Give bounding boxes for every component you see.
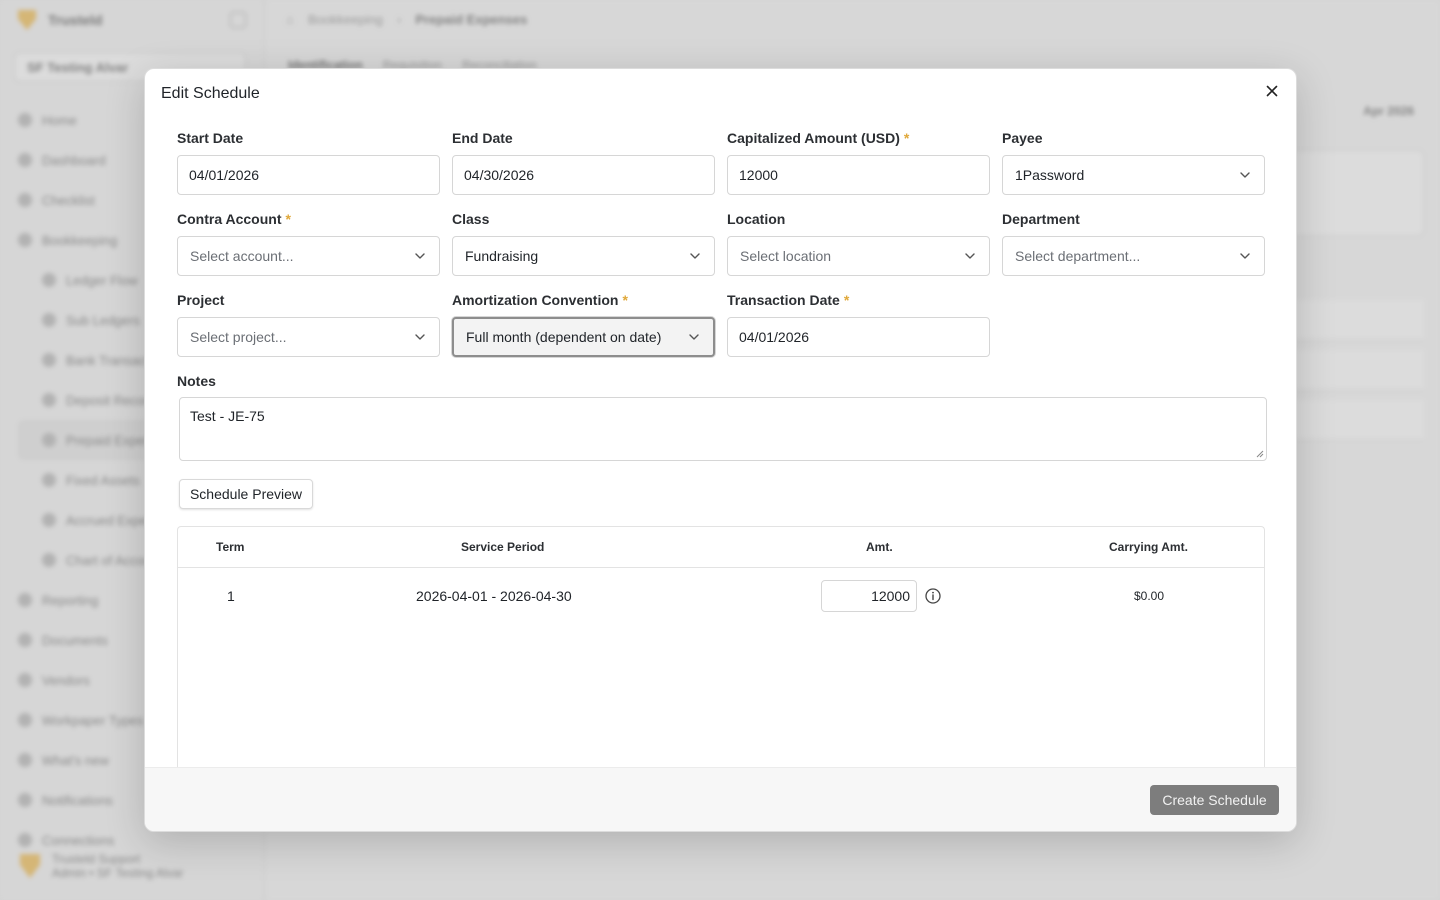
end-date-label: End Date: [452, 130, 513, 146]
capitalized-amount-label: Capitalized Amount (USD) *: [727, 130, 910, 146]
class-select[interactable]: Fundraising: [452, 236, 715, 276]
schedule-preview-button[interactable]: Schedule Preview: [179, 479, 313, 509]
payee-select[interactable]: 1Password: [1002, 155, 1265, 195]
cell-carrying-amt: $0.00: [1134, 589, 1165, 603]
create-schedule-button[interactable]: Create Schedule: [1150, 785, 1279, 815]
capitalized-amount-field: Capitalized Amount (USD) * 12000: [727, 129, 990, 195]
class-field: Class Fundraising: [452, 210, 715, 276]
required-marker: *: [903, 130, 910, 146]
chevron-down-icon: [1240, 253, 1250, 259]
chevron-down-icon: [690, 253, 700, 259]
location-select[interactable]: Select location: [727, 236, 990, 276]
project-field: Project Select project...: [177, 291, 440, 357]
modal-footer: Create Schedule: [145, 767, 1296, 831]
header-term: Term: [216, 540, 245, 554]
department-label: Department: [1002, 211, 1080, 227]
chevron-down-icon: [415, 253, 425, 259]
end-date-field: End Date 04/30/2026: [452, 129, 715, 195]
project-placeholder: Select project...: [190, 329, 287, 345]
table-row: 1 2026-04-01 - 2026-04-30 12000 $0.00: [178, 568, 1264, 624]
contra-account-label: Contra Account *: [177, 211, 291, 227]
capitalized-amount-input[interactable]: 12000: [727, 155, 990, 195]
modal-title: Edit Schedule: [161, 85, 260, 102]
class-value: Fundraising: [465, 248, 539, 264]
amt-input[interactable]: 12000: [821, 580, 917, 612]
payee-field: Payee 1Password: [1002, 129, 1265, 195]
contra-account-field: Contra Account * Select account...: [177, 210, 440, 276]
department-placeholder: Select department...: [1015, 248, 1141, 264]
department-select[interactable]: Select department...: [1002, 236, 1265, 276]
class-label: Class: [452, 211, 490, 227]
amortization-convention-label: Amortization Convention *: [452, 292, 628, 308]
department-field: Department Select department...: [1002, 210, 1265, 276]
location-placeholder: Select location: [740, 248, 832, 264]
amortization-convention-field: Amortization Convention * Full month (dep…: [452, 291, 715, 357]
location-label: Location: [727, 211, 786, 227]
payee-label: Payee: [1002, 130, 1043, 146]
chevron-down-icon: [689, 334, 699, 340]
required-marker: *: [622, 292, 628, 308]
notes-field: Notes: [177, 372, 440, 390]
required-marker: *: [285, 211, 291, 227]
transaction-date-label: Transaction Date *: [727, 292, 850, 308]
start-date-input[interactable]: 04/01/2026: [177, 155, 440, 195]
start-date-label: Start Date: [177, 130, 244, 146]
project-label: Project: [177, 292, 225, 308]
close-button[interactable]: [1262, 81, 1282, 101]
contra-account-select[interactable]: Select account...: [177, 236, 440, 276]
chevron-down-icon: [965, 253, 975, 259]
amortization-convention-select[interactable]: Full month (dependent on date): [452, 317, 715, 357]
header-service-period: Service Period: [461, 540, 545, 554]
project-select[interactable]: Select project...: [177, 317, 440, 357]
notes-label: Notes: [177, 373, 216, 389]
amortization-convention-value: Full month (dependent on date): [466, 329, 662, 345]
schedule-table: Term Service Period Amt. Carrying Amt. 1…: [177, 526, 1265, 786]
payee-value: 1Password: [1015, 167, 1085, 183]
location-field: Location Select location: [727, 210, 990, 276]
table-header: Term Service Period Amt. Carrying Amt.: [178, 527, 1264, 568]
chevron-down-icon: [1240, 172, 1250, 178]
start-date-field: Start Date 04/01/2026: [177, 129, 440, 195]
cell-term: 1: [227, 588, 235, 604]
resize-handle-icon[interactable]: [1256, 450, 1264, 458]
header-amt: Amt.: [866, 540, 893, 554]
contra-account-placeholder: Select account...: [190, 248, 294, 264]
info-icon[interactable]: [924, 587, 942, 605]
transaction-date-field: Transaction Date * 04/01/2026: [727, 291, 990, 357]
notes-textarea[interactable]: Test - JE-75: [179, 397, 1267, 461]
chevron-down-icon: [415, 334, 425, 340]
end-date-input[interactable]: 04/30/2026: [452, 155, 715, 195]
required-marker: *: [843, 292, 850, 308]
header-carrying-amt: Carrying Amt.: [1109, 540, 1188, 554]
notes-value: Test - JE-75: [190, 408, 265, 424]
close-icon: [1266, 85, 1278, 97]
edit-schedule-modal: Edit Schedule Start Date 04/01/2026 End …: [144, 68, 1297, 832]
transaction-date-input[interactable]: 04/01/2026: [727, 317, 990, 357]
cell-service-period: 2026-04-01 - 2026-04-30: [416, 588, 572, 604]
